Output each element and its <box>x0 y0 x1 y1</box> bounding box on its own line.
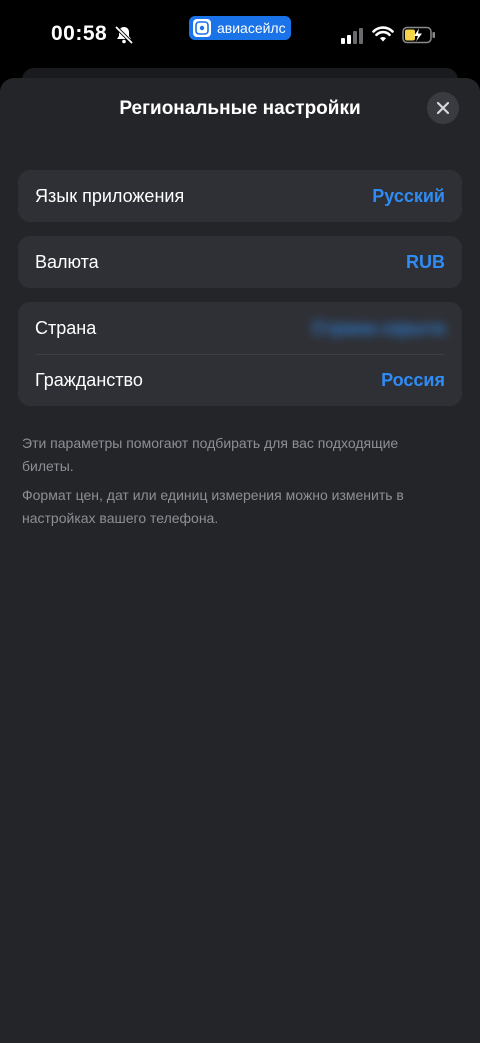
language-row[interactable]: Язык приложения Русский <box>18 170 462 222</box>
status-bar: 00:58 авиасейлс <box>0 0 480 70</box>
close-button[interactable] <box>427 92 459 124</box>
citizenship-label: Гражданство <box>35 369 143 390</box>
sheet-title: Региональные настройки <box>119 98 361 119</box>
aviasales-logo-icon <box>193 19 211 37</box>
country-row[interactable]: Страна Страна скрыта <box>18 302 462 354</box>
currency-group: Валюта RUB <box>18 236 462 288</box>
country-citizenship-group: Страна Страна скрыта Гражданство Россия <box>18 302 462 406</box>
help-note-format: Формат цен, дат или единиц измерения мож… <box>22 487 404 526</box>
citizenship-value: Россия <box>381 369 445 390</box>
currency-value: RUB <box>406 251 445 272</box>
cellular-signal-icon <box>341 28 363 44</box>
help-note-tickets: Эти параметры помогают подбирать для вас… <box>22 435 399 474</box>
screen: 00:58 авиасейлс Региональные настройки Я… <box>0 0 480 1043</box>
app-indicator-pill[interactable]: авиасейлс <box>189 16 291 40</box>
battery-charging-icon <box>402 26 435 44</box>
country-label: Страна <box>35 317 97 338</box>
language-label: Язык приложения <box>35 185 185 206</box>
currency-row[interactable]: Валюта RUB <box>18 236 462 288</box>
language-value: Русский <box>372 185 445 206</box>
language-group: Язык приложения Русский <box>18 170 462 222</box>
wifi-icon <box>372 26 394 42</box>
country-value-redacted: Страна скрыта <box>312 317 445 338</box>
close-icon <box>436 101 450 115</box>
regional-settings-sheet: Региональные настройки Язык приложения Р… <box>0 78 480 1043</box>
status-time: 00:58 <box>51 22 108 45</box>
app-indicator-label: авиасейлс <box>217 20 286 36</box>
currency-label: Валюта <box>35 251 99 272</box>
citizenship-row[interactable]: Гражданство Россия <box>18 354 462 406</box>
bell-slash-icon <box>114 25 134 45</box>
